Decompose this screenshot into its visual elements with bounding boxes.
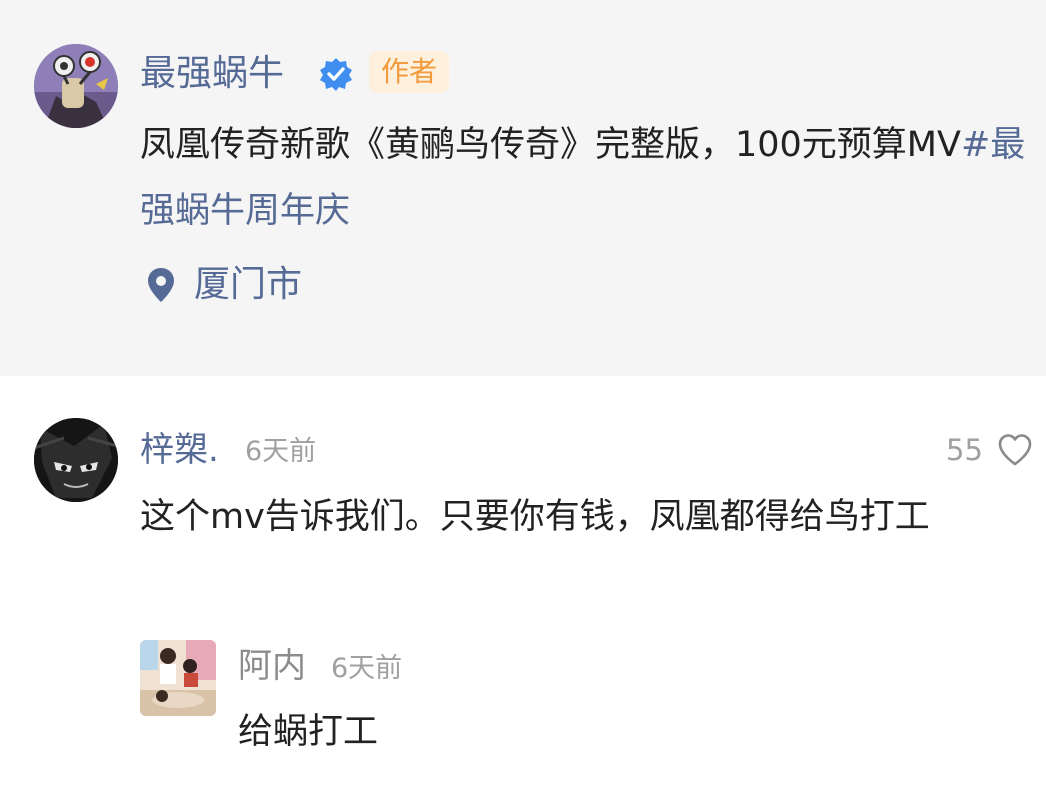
author-name[interactable]: 最强蜗牛: [140, 50, 284, 98]
comment-page: 最强蜗牛 作者 凤凰传奇新歌《黄鹂鸟传奇》完整版，100元预算MV#最强蜗牛周年…: [0, 0, 1046, 790]
like-count: 55: [946, 433, 983, 467]
comment-timestamp: 6天前: [245, 436, 317, 467]
commenter-name[interactable]: 梓槊.: [140, 427, 219, 473]
author-badge: 作者: [369, 51, 450, 93]
post-card: 最强蜗牛 作者 凤凰传奇新歌《黄鹂鸟传奇》完整版，100元预算MV#最强蜗牛周年…: [0, 0, 1046, 376]
location-pin-icon: [148, 268, 174, 302]
heart-outline-icon[interactable]: [996, 432, 1034, 468]
reply-timestamp: 6天前: [331, 653, 403, 684]
commenter-avatar[interactable]: [34, 418, 118, 502]
reply-author-name[interactable]: 阿内: [238, 643, 306, 689]
reply-avatar[interactable]: [140, 640, 216, 716]
post-text-main: 凤凰传奇新歌《黄鹂鸟传奇》完整版，100元预算MV: [140, 125, 961, 165]
comment-text: 这个mv告诉我们。只要你有钱，凤凰都得给鸟打工: [140, 497, 930, 537]
author-avatar[interactable]: [34, 44, 118, 128]
reply-text: 给蜗打工: [238, 712, 379, 752]
post-text: 凤凰传奇新歌《黄鹂鸟传奇》完整版，100元预算MV#最强蜗牛周年庆: [140, 112, 1040, 244]
verified-check-icon: [320, 58, 352, 91]
location-text[interactable]: 厦门市: [194, 260, 302, 310]
